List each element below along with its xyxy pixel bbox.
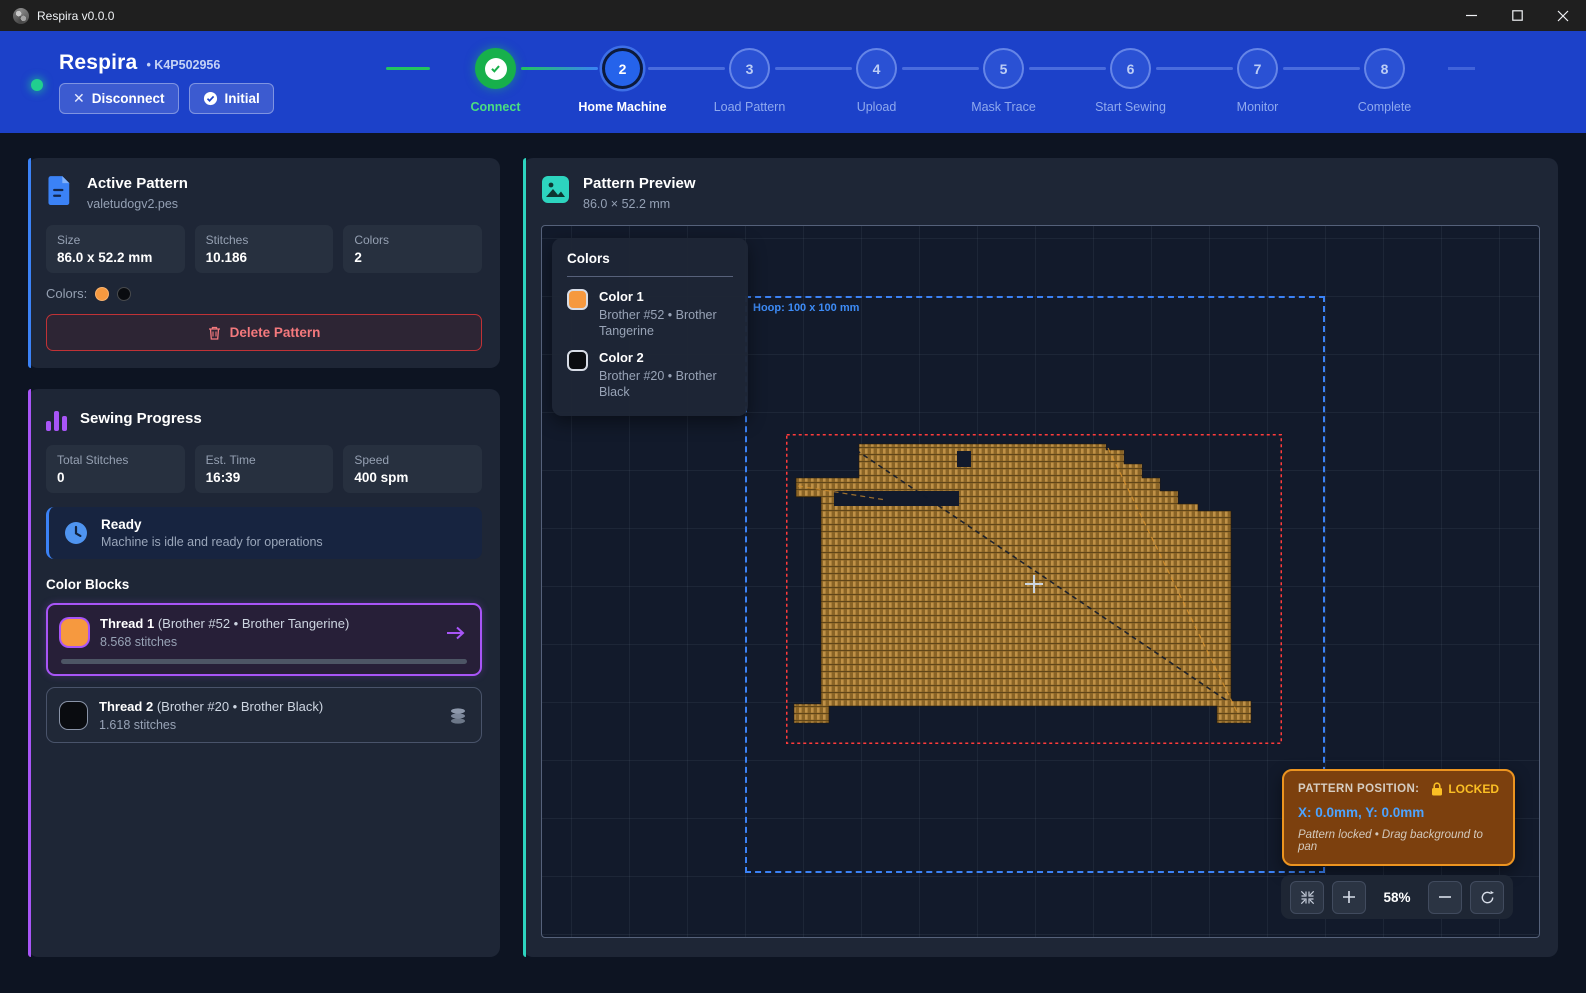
fit-to-screen-button[interactable]: [1290, 881, 1324, 914]
minimize-button[interactable]: [1448, 0, 1494, 31]
check-icon: [489, 62, 502, 75]
preview-canvas[interactable]: Colors Color 1 Brother #52 • Brother Tan…: [541, 225, 1540, 938]
delete-pattern-button[interactable]: Delete Pattern: [46, 314, 482, 351]
legend-item-color2: Color 2 Brother #20 • Brother Black: [567, 350, 733, 400]
position-caption: PATTERN POSITION:: [1298, 783, 1419, 795]
step-home-machine[interactable]: 2 Home Machine: [559, 48, 686, 114]
thread-1-row[interactable]: Thread 1 (Brother #52 • Brother Tangerin…: [46, 603, 482, 676]
reset-view-button[interactable]: [1470, 881, 1504, 914]
thread-1-swatch: [61, 619, 88, 646]
step-connect[interactable]: Connect: [432, 48, 559, 114]
step-monitor[interactable]: 7 Monitor: [1194, 48, 1321, 114]
stat-size: Size 86.0 x 52.2 mm: [46, 225, 185, 273]
image-icon: [541, 175, 570, 204]
pattern-preview-card: Pattern Preview 86.0 × 52.2 mm Colors Co…: [523, 158, 1558, 957]
connection-status-dot: [31, 79, 43, 91]
zoom-controls: 58%: [1281, 875, 1513, 919]
arrow-right-icon: [445, 625, 467, 641]
maximize-button[interactable]: [1494, 0, 1540, 31]
stat-est-time: Est. Time 16:39: [195, 445, 334, 493]
trash-icon: [208, 326, 221, 340]
position-coordinates: X: 0.0mm, Y: 0.0mm: [1298, 805, 1499, 820]
sewing-progress-card: Sewing Progress Total Stitches 0 Est. Ti…: [28, 389, 500, 957]
machine-serial: • K4P502956: [146, 58, 220, 72]
close-button[interactable]: [1540, 0, 1586, 31]
legend-swatch-tangerine: [567, 289, 588, 310]
step-home-machine-circle: 2: [602, 48, 643, 89]
color-swatch-tangerine: [95, 287, 109, 301]
zoom-level: 58%: [1374, 890, 1420, 905]
zoom-out-button[interactable]: [1428, 881, 1462, 914]
stat-colors: Colors 2: [343, 225, 482, 273]
step-upload[interactable]: 4 Upload: [813, 48, 940, 114]
app-header: Respira • K4P502956 ✕ Disconnect Initial…: [0, 31, 1586, 133]
zoom-in-button[interactable]: [1332, 881, 1366, 914]
position-hint: Pattern locked • Drag background to pan: [1298, 829, 1499, 853]
bar-chart-icon: [46, 409, 67, 431]
card-title: Active Pattern: [87, 175, 188, 192]
card-accent-purple: [28, 389, 31, 957]
status-description: Machine is idle and ready for operations: [101, 535, 323, 549]
window-title: Respira v0.0.0: [37, 9, 114, 23]
thread-2-stitches: 1.618 stitches: [99, 718, 436, 732]
titlebar: Respira v0.0.0: [0, 0, 1586, 31]
x-icon: ✕: [73, 90, 85, 107]
thread-1-progress-track: [61, 659, 467, 664]
color-blocks-label: Color Blocks: [46, 577, 482, 592]
card-accent-teal: [523, 158, 526, 957]
layers-icon: [448, 707, 468, 725]
workflow-stepper: Connect 2 Home Machine 3 Load Pattern 4 …: [432, 48, 1448, 114]
step-complete[interactable]: 8 Complete: [1321, 48, 1448, 114]
card-title: Pattern Preview: [583, 175, 696, 192]
stat-speed: Speed 400 spm: [343, 445, 482, 493]
legend-swatch-black: [567, 350, 588, 371]
plus-icon: [1342, 890, 1356, 904]
pattern-dimensions: 86.0 × 52.2 mm: [583, 197, 696, 211]
lock-icon: [1431, 782, 1443, 796]
thread-1-detail: (Brother #52 • Brother Tangerine): [158, 616, 349, 631]
legend-title: Colors: [567, 251, 733, 266]
colors-legend: Colors Color 1 Brother #52 • Brother Tan…: [552, 238, 748, 416]
hoop-label: Hoop: 100 x 100 mm: [753, 302, 859, 314]
thread-2-swatch: [60, 702, 87, 729]
minus-icon: [1438, 890, 1452, 904]
embroidery-pattern[interactable]: [786, 434, 1286, 749]
thread-2-name: Thread 2: [99, 699, 153, 714]
pattern-position-overlay: PATTERN POSITION: LOCKED X: 0.0mm, Y: 0.…: [1282, 769, 1515, 866]
active-pattern-card: Active Pattern valetudogv2.pes Size 86.0…: [28, 158, 500, 368]
refresh-icon: [1480, 890, 1495, 905]
thread-1-stitches: 8.568 stitches: [100, 635, 433, 649]
status-title: Ready: [101, 517, 323, 532]
clock-icon: [63, 520, 89, 546]
app-icon: [13, 8, 29, 24]
locked-badge: LOCKED: [1448, 782, 1499, 796]
initial-button[interactable]: Initial: [189, 83, 274, 114]
stepper-trail-line: [1448, 67, 1475, 70]
pattern-filename: valetudogv2.pes: [87, 197, 188, 211]
step-load-pattern[interactable]: 3 Load Pattern: [686, 48, 813, 114]
disconnect-button[interactable]: ✕ Disconnect: [59, 83, 179, 114]
stitch-fill-region: [794, 444, 1251, 723]
thread-1-name: Thread 1: [100, 616, 154, 631]
color-swatch-black: [117, 287, 131, 301]
step-mask-trace[interactable]: 5 Mask Trace: [940, 48, 1067, 114]
machine-status-banner: Ready Machine is idle and ready for oper…: [46, 507, 482, 559]
stat-stitches: Stitches 10.186: [195, 225, 334, 273]
legend-item-color1: Color 1 Brother #52 • Brother Tangerine: [567, 289, 733, 339]
app-name: Respira: [59, 51, 137, 75]
step-connect-circle: [475, 48, 516, 89]
thread-2-row[interactable]: Thread 2 (Brother #20 • Brother Black) 1…: [46, 687, 482, 743]
card-accent-blue: [28, 158, 31, 368]
step-start-sewing[interactable]: 6 Start Sewing: [1067, 48, 1194, 114]
colors-label: Colors:: [46, 286, 87, 301]
fit-icon: [1300, 890, 1315, 905]
thread-2-detail: (Brother #20 • Brother Black): [157, 699, 323, 714]
check-circle-icon: [203, 91, 218, 106]
stepper-lead-line: [386, 67, 430, 70]
stat-total-stitches: Total Stitches 0: [46, 445, 185, 493]
card-title: Sewing Progress: [80, 410, 202, 427]
document-icon: [46, 175, 74, 205]
